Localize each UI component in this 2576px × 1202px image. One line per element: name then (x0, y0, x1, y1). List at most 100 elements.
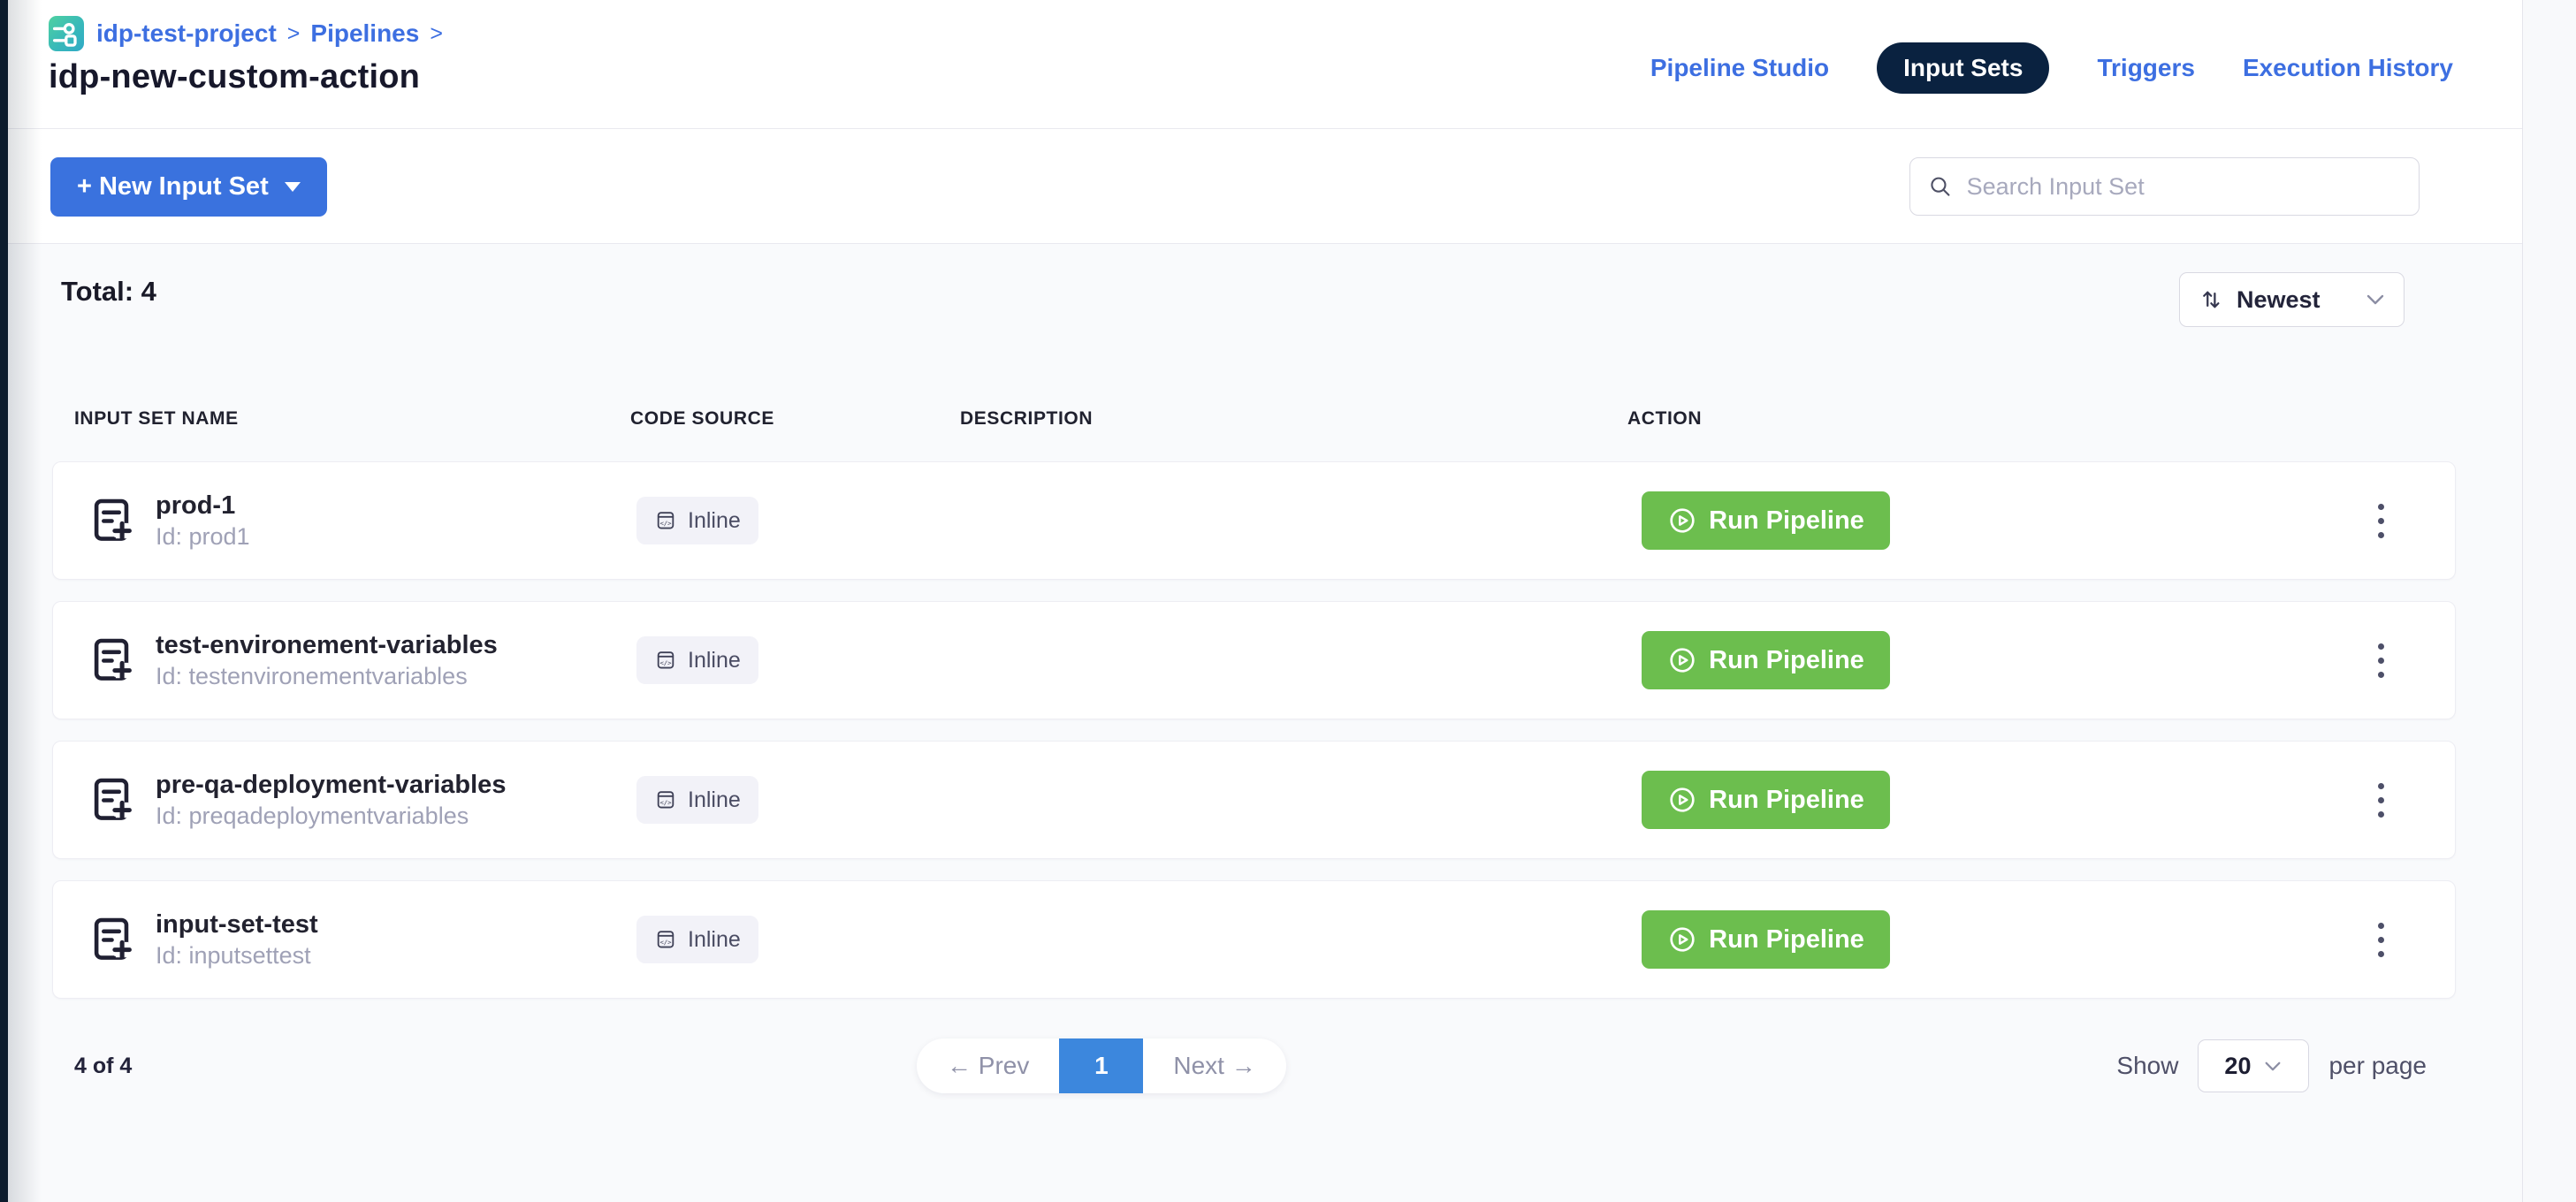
kebab-dot (2378, 783, 2384, 789)
main-area: idp-test-project > Pipelines > idp-new-c… (8, 0, 2522, 1202)
svg-text:</>: </> (659, 520, 672, 528)
inline-store-icon: </> (654, 649, 677, 672)
play-circle-icon (1667, 785, 1697, 815)
svg-text:</>: </> (659, 939, 672, 947)
column-header-code-source: CODE SOURCE (630, 408, 774, 430)
code-source-badge: </> Inline (636, 916, 758, 963)
row-menu-button[interactable] (2361, 909, 2400, 970)
tab-execution-history[interactable]: Execution History (2243, 54, 2453, 82)
input-set-list-panel: Total: 4 Newest INPUT SET NAME CODE SOUR… (8, 244, 2522, 1202)
kebab-dot (2378, 504, 2384, 510)
table-header-row: INPUT SET NAME CODE SOURCE DESCRIPTION A… (52, 408, 2456, 444)
column-header-description: DESCRIPTION (960, 408, 1093, 430)
run-pipeline-button[interactable]: Run Pipeline (1642, 771, 1890, 829)
kebab-dot (2378, 923, 2384, 929)
run-pipeline-button[interactable]: Run Pipeline (1642, 491, 1890, 550)
search-input[interactable] (1967, 173, 2401, 201)
page-size-value: 20 (2224, 1053, 2251, 1080)
tab-triggers[interactable]: Triggers (2097, 54, 2194, 82)
column-header-name: INPUT SET NAME (74, 408, 239, 430)
run-pipeline-label: Run Pipeline (1709, 646, 1864, 675)
input-set-row[interactable]: input-set-test Id: inputsettest </> Inli… (52, 880, 2456, 999)
right-gutter (2522, 0, 2576, 1202)
input-set-id: Id: inputsettest (156, 944, 318, 968)
svg-text:</>: </> (659, 659, 672, 667)
input-set-id: Id: preqadeploymentvariables (156, 804, 506, 828)
input-set-row[interactable]: pre-qa-deployment-variables Id: preqadep… (52, 741, 2456, 859)
row-menu-button[interactable] (2361, 490, 2400, 552)
input-set-name: pre-qa-deployment-variables (156, 772, 506, 798)
new-input-set-button[interactable]: + New Input Set (50, 157, 327, 217)
pagination-count: 4 of 4 (74, 1054, 132, 1079)
pagination: ← Prev 1 Next → (917, 1038, 1286, 1093)
input-set-name-block: prod-1 Id: prod1 (156, 493, 250, 549)
input-set-icon (87, 914, 138, 965)
page-size-dropdown[interactable]: 20 (2198, 1039, 2309, 1092)
input-set-icon (87, 774, 138, 825)
new-input-set-label: + New Input Set (77, 172, 269, 202)
search-box[interactable] (1909, 157, 2420, 216)
run-pipeline-button[interactable]: Run Pipeline (1642, 910, 1890, 969)
code-source-badge: </> Inline (636, 776, 758, 824)
show-label: Show (2116, 1052, 2178, 1080)
play-circle-icon (1667, 645, 1697, 675)
inline-store-icon: </> (654, 928, 677, 951)
column-header-action: ACTION (1627, 408, 1702, 430)
sort-dropdown[interactable]: Newest (2179, 272, 2405, 327)
page-header: idp-test-project > Pipelines > idp-new-c… (8, 0, 2522, 129)
pipeline-logo-icon (49, 16, 84, 51)
sort-selected-value: Newest (2237, 286, 2352, 314)
page-title: idp-new-custom-action (49, 58, 420, 96)
row-menu-button[interactable] (2361, 629, 2400, 691)
breadcrumb-project-link[interactable]: idp-test-project (96, 19, 277, 48)
code-source-label: Inline (688, 927, 741, 953)
input-set-name: input-set-test (156, 912, 318, 938)
kebab-dot (2378, 672, 2384, 678)
input-set-name: prod-1 (156, 493, 250, 519)
pipeline-tabs: Pipeline Studio Input Sets Triggers Exec… (1650, 42, 2453, 94)
chevron-down-icon (2365, 293, 2386, 306)
run-pipeline-label: Run Pipeline (1709, 786, 1864, 815)
input-set-name: test-environement-variables (156, 633, 498, 658)
input-set-id: Id: testenvironementvariables (156, 665, 498, 688)
breadcrumb-separator: > (287, 21, 301, 47)
input-set-name-block: pre-qa-deployment-variables Id: preqadep… (156, 772, 506, 828)
code-source-label: Inline (688, 508, 741, 534)
input-set-icon (87, 495, 138, 546)
breadcrumb: idp-test-project > Pipelines > (49, 16, 443, 51)
chevron-down-icon (2263, 1061, 2283, 1072)
run-pipeline-button[interactable]: Run Pipeline (1642, 631, 1890, 689)
code-source-label: Inline (688, 648, 741, 673)
code-source-label: Inline (688, 787, 741, 813)
current-page-button[interactable]: 1 (1059, 1038, 1143, 1093)
input-set-row[interactable]: prod-1 Id: prod1 </> Inline Run Pipeline (52, 461, 2456, 580)
caret-down-icon (285, 182, 301, 192)
prev-page-button[interactable]: ← Prev (917, 1038, 1059, 1093)
svg-text:</>: </> (659, 799, 672, 807)
input-set-id: Id: prod1 (156, 525, 250, 549)
tab-input-sets-active[interactable]: Input Sets (1877, 42, 2049, 94)
toolbar: + New Input Set (8, 129, 2522, 244)
input-set-list: prod-1 Id: prod1 </> Inline Run Pipeline (52, 461, 2456, 999)
code-source-badge: </> Inline (636, 636, 758, 684)
kebab-dot (2378, 951, 2384, 957)
input-set-icon (87, 635, 138, 686)
kebab-dot (2378, 811, 2384, 818)
next-page-button[interactable]: Next → (1143, 1038, 1285, 1093)
kebab-dot (2378, 518, 2384, 524)
collapsed-left-sidebar[interactable] (0, 0, 8, 1202)
code-source-badge: </> Inline (636, 497, 758, 544)
breadcrumb-pipelines-link[interactable]: Pipelines (310, 19, 419, 48)
input-set-name-block: test-environement-variables Id: testenvi… (156, 633, 498, 688)
row-menu-button[interactable] (2361, 769, 2400, 831)
input-set-row[interactable]: test-environement-variables Id: testenvi… (52, 601, 2456, 719)
tab-pipeline-studio[interactable]: Pipeline Studio (1650, 54, 1829, 82)
inline-store-icon: </> (654, 788, 677, 811)
play-circle-icon (1667, 924, 1697, 955)
kebab-dot (2378, 643, 2384, 650)
inline-store-icon: </> (654, 509, 677, 532)
breadcrumb-separator: > (430, 21, 443, 47)
total-count: Total: 4 (61, 276, 156, 308)
sort-arrows-icon (2198, 286, 2224, 313)
input-set-name-block: input-set-test Id: inputsettest (156, 912, 318, 968)
